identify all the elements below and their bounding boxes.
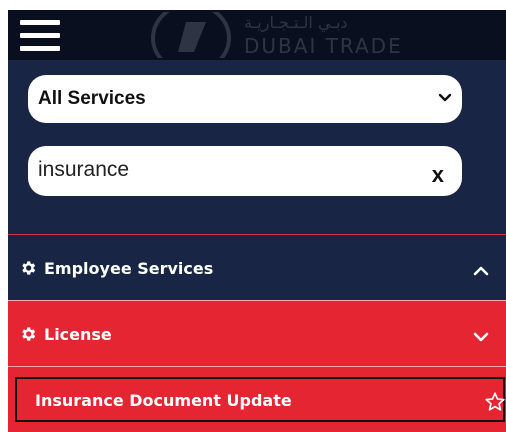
chevron-down-icon: [473, 332, 489, 342]
logo-emblem: [151, 10, 231, 60]
chevron-up-icon: [473, 266, 489, 276]
service-search-panel: All Services insurance x: [8, 60, 506, 234]
insurance-document-update-link[interactable]: Insurance Document Update: [15, 377, 505, 422]
accordion-employee-services[interactable]: Employee Services: [8, 234, 506, 300]
dubai-trade-logo: دبـي الـتـجـاريـة DUBAI TRADE: [136, 10, 426, 60]
chevron-down-icon: [438, 93, 452, 102]
license-subitem-row: Insurance Document Update: [8, 366, 506, 432]
service-category-value: All Services: [38, 88, 146, 109]
logo-text-english: DUBAI TRADE: [244, 34, 403, 58]
subitem-label: Insurance Document Update: [35, 391, 292, 410]
star-outline-icon[interactable]: [484, 391, 506, 413]
logo-text-arabic: دبـي الـتـجـاريـة: [244, 13, 348, 32]
service-search-input[interactable]: insurance x: [28, 146, 462, 196]
hamburger-menu-icon[interactable]: [20, 18, 60, 54]
clear-search-button[interactable]: x: [432, 164, 444, 186]
service-category-select[interactable]: All Services: [28, 75, 462, 123]
gear-icon: [22, 261, 36, 275]
gear-icon: [22, 327, 36, 341]
search-query-value: insurance: [38, 158, 130, 181]
top-bar: دبـي الـتـجـاريـة DUBAI TRADE: [8, 10, 506, 60]
accordion-label: License: [44, 325, 112, 344]
accordion-license[interactable]: License: [8, 300, 506, 366]
app: دبـي الـتـجـاريـة DUBAI TRADE All Servic…: [8, 10, 506, 432]
accordion-label: Employee Services: [44, 259, 214, 278]
